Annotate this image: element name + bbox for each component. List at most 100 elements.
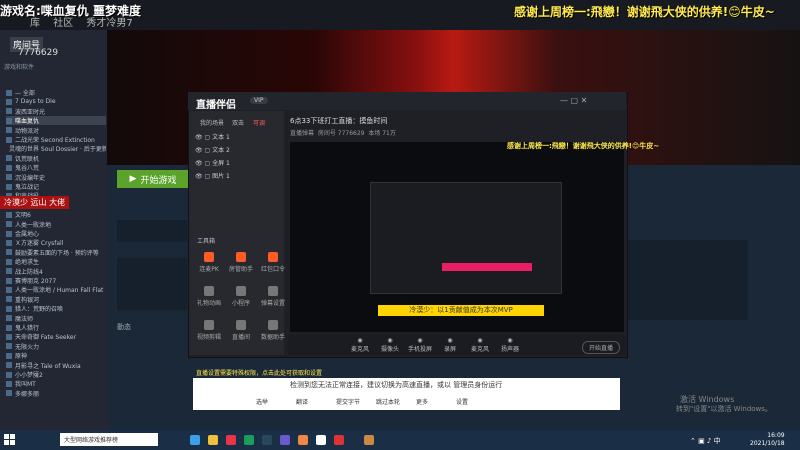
library-filter[interactable]: 游戏和软件 (4, 62, 102, 74)
app-icon[interactable] (298, 435, 308, 445)
tab-scenes[interactable]: 我的场景 (200, 118, 224, 127)
source-item[interactable]: 👁 ▢ 图片 1 (195, 171, 230, 180)
ime-item[interactable]: 翻译 (296, 397, 308, 406)
game-list-item[interactable]: 沉没编年史 (6, 173, 106, 182)
room-id: 7776629 (18, 48, 59, 58)
game-list-item[interactable]: 多娜多丽 (6, 389, 106, 398)
game-list-item[interactable]: 文明6 (6, 210, 106, 219)
toolbox-item[interactable]: 连麦PK (192, 252, 226, 273)
game-list-item[interactable]: 小小梦魇2 (6, 370, 106, 379)
play-button[interactable]: ▶ 开始游戏 (117, 170, 189, 188)
game-list-item[interactable]: 二战光荣 Second Extinction (6, 135, 106, 144)
windows-start-icon[interactable] (4, 434, 16, 446)
vip-badge[interactable]: VIP (250, 97, 268, 104)
game-icon (6, 98, 12, 105)
toolbox-item[interactable]: 直播间 (224, 320, 258, 341)
bottom-control[interactable]: ◉ 麦克风 (466, 337, 494, 353)
ime-item[interactable]: 设置 (456, 397, 468, 406)
bottom-control[interactable]: ◉ 手机投屏 (406, 337, 434, 353)
game-list-item[interactable]: 赛博朋克 2077 (6, 276, 106, 285)
game-list-item[interactable]: Ｘ方迷雾 Crysfall (6, 238, 106, 247)
toolbox-item[interactable]: 房管助手 (224, 252, 258, 273)
taskbar-search[interactable]: 大型网络游戏推荐榜 (60, 433, 158, 446)
game-list-item[interactable]: 鼓励要素五面的下场 · 预约评等 (6, 248, 106, 257)
game-icon (6, 343, 12, 350)
toolbox-item[interactable]: 红包口令 (256, 252, 290, 273)
source-item[interactable]: 👁 ▢ 全屏 1 (195, 158, 230, 167)
control-icon: ◉ (477, 337, 483, 344)
tab-adjust[interactable]: 可调 (253, 118, 265, 127)
app-icon[interactable] (226, 435, 236, 445)
game-list-item[interactable]: 重构银河 (6, 295, 106, 304)
game-list-item[interactable]: 天命奇御 Fate Seeker (6, 332, 106, 341)
game-list-item[interactable]: 动物派对 (6, 126, 106, 135)
game-icon (6, 211, 12, 218)
game-list-item[interactable]: 猎人：荒野的召唤 (6, 304, 106, 313)
bottom-control[interactable]: ◉ 录屏 (436, 337, 464, 353)
game-list-item[interactable]: 我叫MT (6, 379, 106, 388)
game-list-item[interactable]: 原神 (6, 351, 106, 360)
game-list-item[interactable]: 鬼谷八荒 (6, 163, 106, 172)
tab-double[interactable]: 双击 (232, 118, 244, 127)
ime-item[interactable]: 跳过本轮 (376, 397, 400, 406)
app-icon[interactable] (316, 435, 326, 445)
game-list-item[interactable]: 鬼人猎行 (6, 323, 106, 332)
game-icon (6, 286, 12, 293)
friend-chat-badge[interactable]: 冷漠少 远山 大佬 (0, 196, 70, 209)
app-icon[interactable] (334, 435, 344, 445)
bottom-control[interactable]: ◉ 麦克风 (346, 337, 374, 353)
steam-icon[interactable] (262, 435, 272, 445)
bottom-control[interactable]: ◉ 扬声器 (496, 337, 524, 353)
game-list-item[interactable]: 饥荒联机 (6, 154, 106, 163)
game-list-item[interactable]: 人类一败涂地 / Human Fall Flat (6, 285, 106, 294)
toolbox-label: 工具箱 (197, 238, 216, 245)
toolbox-item[interactable]: 视频剪辑 (192, 320, 226, 341)
folder-icon[interactable] (208, 435, 218, 445)
game-list-item[interactable]: — 全部 (6, 88, 106, 97)
start-live-button[interactable]: 开始直播 (582, 341, 621, 354)
system-tray[interactable]: ⌃ ▣ ♪ 中 (690, 436, 721, 446)
ime-item[interactable]: 提交字节 (336, 397, 360, 406)
game-list-item[interactable]: 喋血复仇 (6, 116, 106, 126)
steam-menu: 库 社区 秀才冷男7 (30, 14, 143, 29)
game-list-item[interactable]: 战上防线4 (6, 267, 106, 276)
game-icon (6, 315, 12, 322)
ime-item[interactable]: 选举 (256, 397, 268, 406)
bottom-control[interactable]: ◉ 摄像头 (376, 337, 404, 353)
game-list-item[interactable]: 7 Days to Die (6, 97, 106, 106)
app-icon[interactable] (244, 435, 254, 445)
game-list-item[interactable]: 无限火力 (6, 342, 106, 351)
game-list-item[interactable]: 鬼泣战记 (6, 182, 106, 191)
taskbar-clock[interactable]: 16:09 2021/10/18 (750, 432, 785, 448)
menu-community[interactable]: 社区 (53, 18, 73, 29)
window-controls[interactable]: — ▢ ✕ (560, 96, 587, 105)
ime-item[interactable]: 更多 (416, 397, 428, 406)
game-list-item[interactable]: 波西亚时光 (6, 107, 106, 116)
game-list-item[interactable]: 灵魂的世界 Soul Dossier · 后于更新 (6, 144, 106, 153)
game-list-item[interactable]: 金属地心 (6, 229, 106, 238)
toolbox-item[interactable]: 数据助手 (256, 320, 290, 341)
toolbox-item[interactable]: 弹幕设置 (256, 286, 290, 307)
control-icon: ◉ (387, 337, 393, 344)
game-icon (6, 183, 12, 190)
edge-icon[interactable] (190, 435, 200, 445)
toolbox-item[interactable]: 小程序 (224, 286, 258, 307)
game-list-item[interactable]: 人类一败涂地 (6, 220, 106, 229)
friend-panel (628, 240, 748, 320)
game-list-item[interactable]: 月影寻之 Tale of Wuxia (6, 361, 106, 370)
tool-icon (204, 252, 214, 262)
permission-warning[interactable]: 直播设置需要特殊权限，点击此处可获取和设置 (196, 368, 322, 377)
source-item[interactable]: 👁 ▢ 文本 2 (195, 145, 230, 154)
toolbox-item[interactable]: 礼物动画 (192, 286, 226, 307)
game-list-item[interactable]: 绝地求生 (6, 257, 106, 266)
menu-profile[interactable]: 秀才冷男7 (86, 18, 132, 29)
source-item[interactable]: 👁 ▢ 文本 1 (195, 132, 230, 141)
game-icon (6, 324, 12, 331)
game-icon (6, 117, 12, 124)
app-icon[interactable] (364, 435, 374, 445)
control-icon: ◉ (507, 337, 513, 344)
app-icon[interactable] (280, 435, 290, 445)
mvp-banner: 冷漠少：以1贡献值成为本次MVP (378, 305, 544, 316)
menu-library[interactable]: 库 (30, 18, 40, 29)
game-list-item[interactable]: 魔法师 (6, 314, 106, 323)
